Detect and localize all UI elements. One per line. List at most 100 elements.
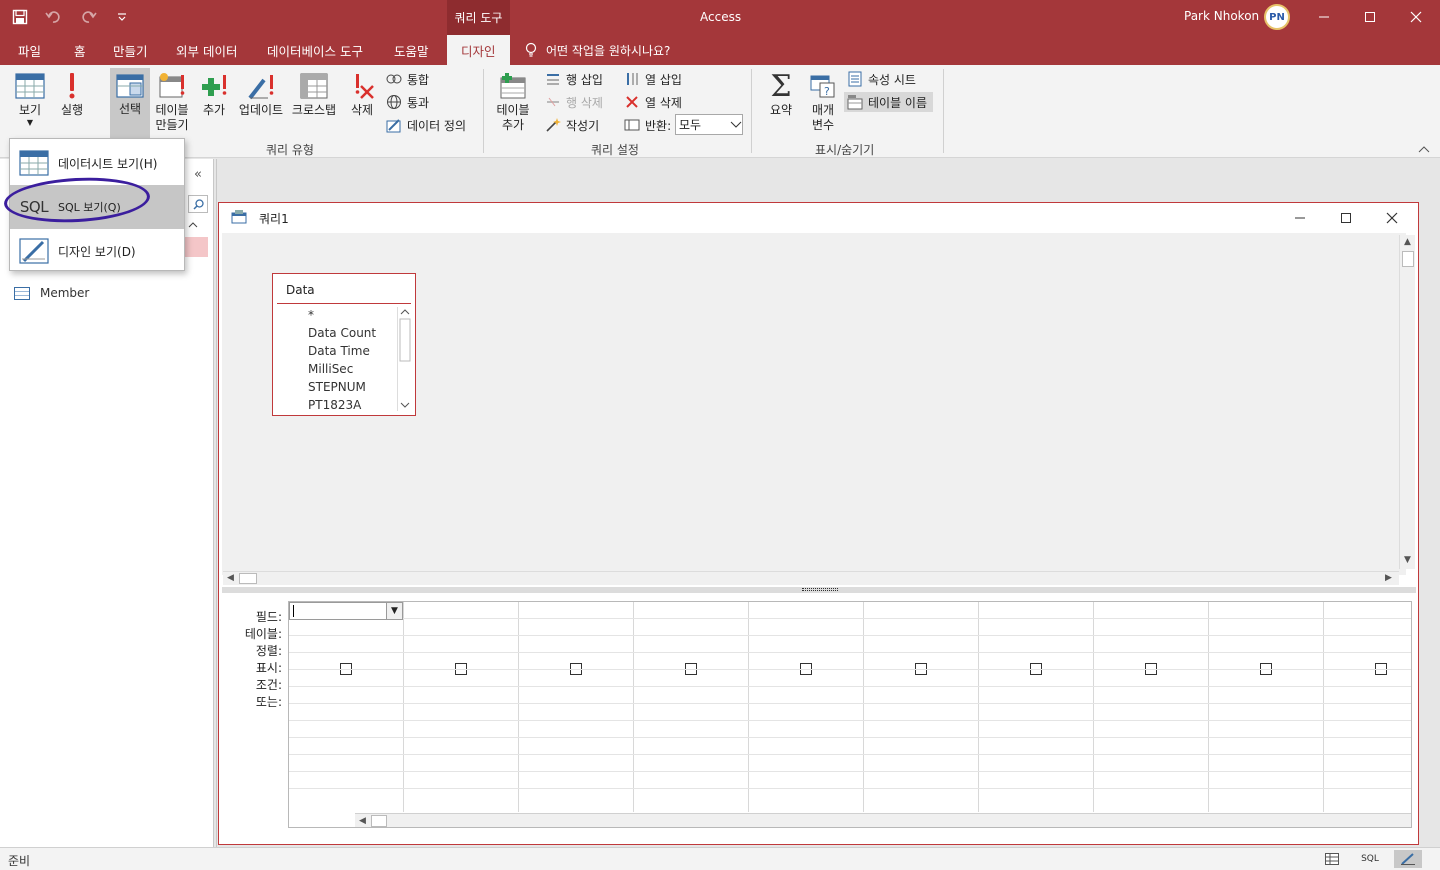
grid-column[interactable] [749,602,864,812]
grid-column[interactable] [519,602,634,812]
grid-column[interactable] [864,602,979,812]
grid-column[interactable] [1094,602,1209,812]
grid-column[interactable] [634,602,749,812]
query-design-window: 쿼리1 Data * Data Count Data Time MilliSec… [218,202,1419,845]
redo-icon[interactable] [76,6,100,28]
field-item[interactable]: * [308,308,314,322]
run-button[interactable]: 실행 [56,69,88,118]
grid-label-or: 또는: [255,695,282,709]
design-grid[interactable]: ▼ ◀ ▶ [288,601,1412,828]
query-icon [231,210,247,224]
view-button[interactable]: 보기 ▼ [10,69,50,135]
status-sql-view-button[interactable]: SQL [1356,850,1384,868]
grid-horizontal-scrollbar[interactable]: ◀ ▶ [355,813,1411,827]
query-tools-context-label: 쿼리 도구 [447,0,510,35]
field-item[interactable]: PT1823A [308,398,361,412]
scrollbar-thumb[interactable] [1402,251,1414,267]
make-table-button[interactable]: 테이블 만들기 [152,69,192,133]
tab-help[interactable]: 도움말 [394,35,429,65]
pass-through-button[interactable]: 통과 [386,92,429,112]
user-name[interactable]: Park Nhokon [1184,9,1259,23]
pass-through-label: 통과 [407,95,430,110]
property-sheet-label: 속성 시트 [868,72,916,87]
tab-external-data[interactable]: 외부 데이터 [176,35,237,65]
query-minimize-button[interactable] [1277,203,1323,232]
field-list-data[interactable]: Data * Data Count Data Time MilliSec STE… [272,273,416,416]
table-names-button[interactable]: 테이블 이름 [844,92,934,112]
scrollbar-thumb[interactable] [239,573,257,584]
append-button[interactable]: 추가 [198,69,230,118]
return-select[interactable]: 모두 [675,114,743,135]
minimize-button[interactable] [1301,0,1347,33]
field-item[interactable]: Data Time [308,344,370,358]
table-pane-horizontal-scrollbar[interactable]: ◀ ▶ [223,571,1399,585]
chevron-down-icon[interactable]: ▼ [386,603,402,619]
tell-me-box[interactable]: 어떤 작업을 원하시나요? [524,35,670,65]
grid-column[interactable] [289,602,404,812]
field-item[interactable]: MilliSec [308,362,353,376]
scroll-right-icon[interactable]: ▶ [1385,573,1392,583]
scroll-up-icon[interactable]: ▲ [1404,237,1411,247]
scrollbar-thumb[interactable] [371,815,387,827]
collapse-group-icon[interactable] [188,219,198,232]
field-select-cell[interactable]: ▼ [289,602,403,620]
tab-design[interactable]: 디자인 [447,35,510,65]
scroll-left-icon[interactable]: ◀ [359,816,366,826]
field-item[interactable]: Data Count [308,326,376,340]
tab-database-tools[interactable]: 데이터베이스 도구 [267,35,363,65]
table-pane[interactable]: Data * Data Count Data Time MilliSec STE… [222,233,1406,575]
insert-columns-button[interactable]: 열 삽입 [624,69,682,89]
tab-home[interactable]: 홈 [74,35,86,65]
status-datasheet-view-button[interactable] [1318,850,1346,868]
parameters-button[interactable]: ? 매개 변수 [804,69,842,133]
query-maximize-button[interactable] [1323,203,1369,232]
menu-item-design-view[interactable]: 디자인 보기(D) [10,229,184,273]
shutter-bar-close-icon[interactable]: « [194,167,202,182]
menu-item-sql-view[interactable]: SQL SQL 보기(Q) [10,185,184,229]
grid-column[interactable] [1324,602,1411,812]
tab-create[interactable]: 만들기 [113,35,148,65]
delete-query-button[interactable]: 삭제 [346,69,378,118]
save-icon[interactable] [8,6,32,28]
field-list-scrollbar[interactable] [397,307,411,411]
insert-rows-button[interactable]: 행 삽입 [545,69,603,89]
collapse-ribbon-icon[interactable] [1418,143,1430,156]
status-sql-label: SQL [1361,854,1379,864]
field-item[interactable]: STEPNUM [308,380,366,394]
builder-button[interactable]: 작성기 [545,115,599,135]
show-table-button[interactable]: 테이블 추가 [493,69,533,133]
maximize-button[interactable] [1347,0,1393,33]
tab-file[interactable]: 파일 [18,35,41,65]
menu-item-datasheet-view[interactable]: 데이터시트 보기(H) [10,141,184,185]
undo-icon[interactable] [42,6,66,28]
close-button[interactable] [1393,0,1439,33]
crosstab-button[interactable]: 크로스탭 [289,69,339,118]
data-definition-icon [386,117,402,133]
update-pencil-icon [245,69,277,103]
scroll-down-icon[interactable]: ▼ [1404,555,1411,565]
property-sheet-button[interactable]: 속성 시트 [847,69,916,89]
totals-button[interactable]: Σ 요약 [762,69,800,118]
status-design-view-button[interactable] [1394,850,1422,868]
avatar[interactable]: PN [1264,4,1290,30]
sql-icon: SQL [19,198,49,216]
customize-qat-icon[interactable] [110,6,134,28]
scroll-left-icon[interactable]: ◀ [227,573,234,583]
search-icon[interactable] [188,195,208,213]
nav-table-item[interactable]: Member [14,286,89,300]
delete-columns-button[interactable]: 열 삭제 [624,92,682,112]
update-button[interactable]: 업데이트 [236,69,286,118]
union-label: 통합 [407,72,430,87]
data-definition-button[interactable]: 데이터 정의 [386,115,466,135]
grid-label-table: 테이블: [244,627,282,641]
table-pane-vertical-scrollbar[interactable]: ▲ ▼ [1399,235,1415,569]
grid-column[interactable] [979,602,1094,812]
grid-column[interactable] [1209,602,1324,812]
delete-rows-button[interactable]: 행 삭제 [545,92,603,112]
union-button[interactable]: 통합 [386,69,429,89]
grid-column[interactable] [404,602,519,812]
query-close-button[interactable] [1369,203,1415,232]
grid-row-line [289,754,1411,755]
view-dropdown-menu: 데이터시트 보기(H) SQL SQL 보기(Q) 디자인 보기(D) [9,138,185,271]
select-query-button[interactable]: 선택 [110,68,150,138]
